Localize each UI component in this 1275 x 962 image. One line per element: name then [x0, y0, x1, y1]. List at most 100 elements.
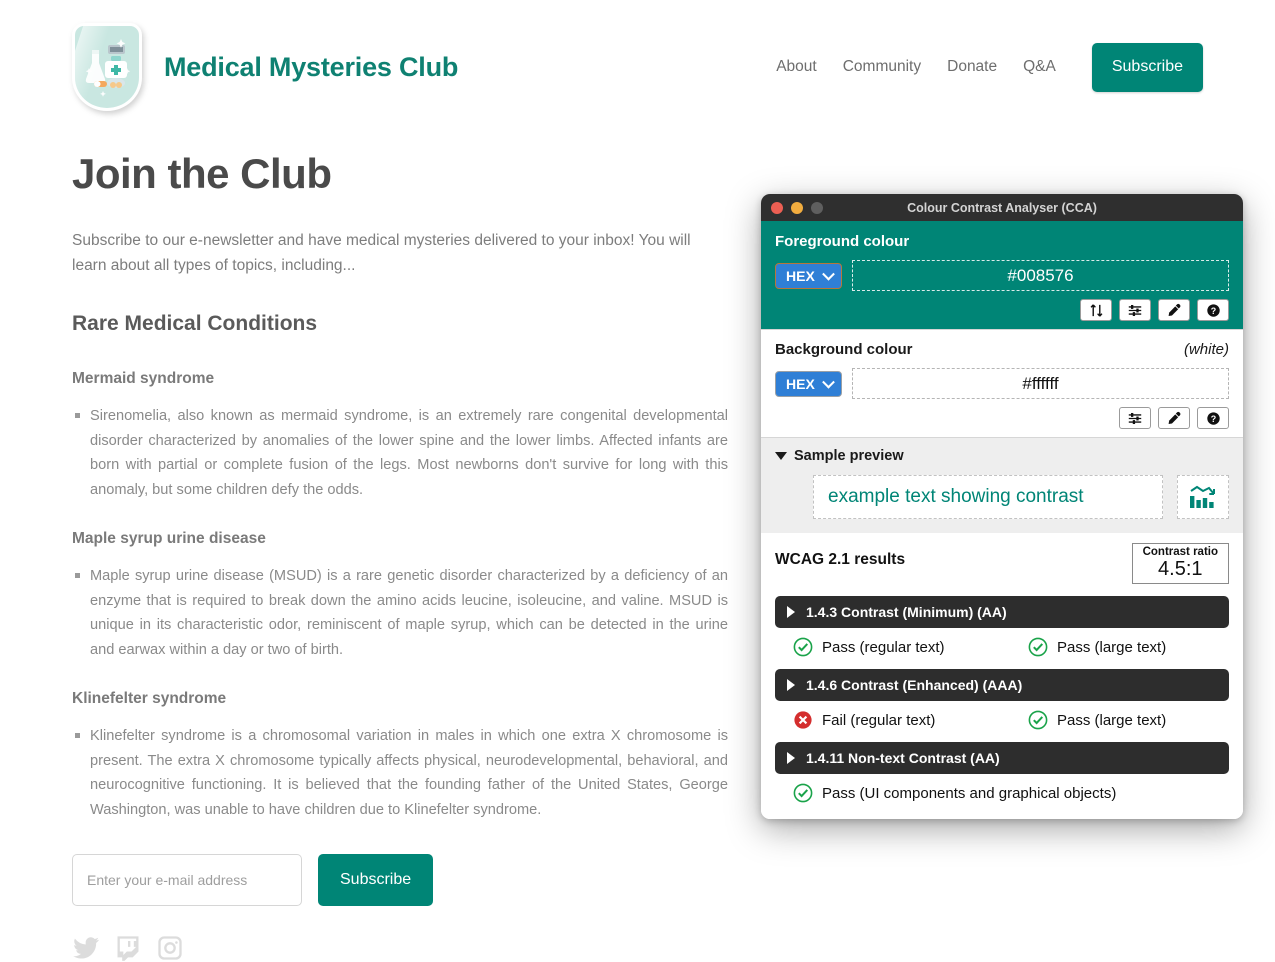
foreground-hex-input[interactable]: [852, 260, 1229, 291]
newsletter-signup-form: Subscribe: [72, 854, 728, 907]
newsletter-subscribe-button[interactable]: Subscribe: [318, 854, 434, 907]
background-hex-input[interactable]: [852, 368, 1229, 399]
zoom-window-button[interactable]: [811, 201, 823, 214]
pass-check-icon: [1028, 710, 1048, 730]
background-colour-section: Background colour (white) HEX #ffffff ?: [761, 329, 1243, 437]
window-title: Colour Contrast Analyser (CCA): [907, 200, 1097, 215]
intro-paragraph: Subscribe to our e-newsletter and have m…: [72, 232, 691, 275]
nav-item-qa[interactable]: Q&A: [1023, 58, 1056, 76]
brand-title: Medical Mysteries Club: [164, 51, 459, 82]
criterion-1-4-11-header[interactable]: 1.4.11 Non-text Contrast (AA): [775, 742, 1229, 774]
background-colour-name: (white): [1183, 341, 1229, 358]
sample-text-preview: example text showing contrast: [813, 475, 1163, 519]
nav-item-donate[interactable]: Donate: [947, 58, 997, 76]
svg-text:?: ?: [1210, 413, 1215, 423]
eyedropper-icon-button[interactable]: [1158, 299, 1190, 321]
verdict-pass-regular-text: Pass (regular text): [793, 637, 1028, 657]
header-subscribe-button[interactable]: Subscribe: [1091, 42, 1203, 92]
contrast-ratio-value: 4.5:1: [1158, 558, 1203, 580]
criterion-1-4-3-header[interactable]: 1.4.3 Contrast (Minimum) (AA): [775, 596, 1229, 628]
criterion-1-4-11-verdicts: Pass (UI components and graphical object…: [775, 783, 1229, 803]
section-heading: Rare Medical Conditions: [72, 312, 318, 336]
criterion-1-4-3-verdicts: Pass (regular text) Pass (large text): [775, 637, 1229, 657]
page-title: Join the Club: [72, 150, 332, 197]
instagram-icon[interactable]: [156, 934, 184, 962]
sliders-icon-button[interactable]: [1119, 407, 1151, 429]
minimise-window-button[interactable]: [791, 201, 803, 214]
pass-check-icon: [793, 637, 813, 657]
foreground-colour-section: Foreground colour HEX #008576 ?: [761, 221, 1243, 329]
criterion-label: 1.4.6 Contrast (Enhanced) (AAA): [806, 677, 1023, 693]
swap-vertical-icon: [1090, 303, 1102, 317]
verdict-text: Fail (regular text): [822, 711, 936, 729]
condition-list-msud: Maple syrup urine disease (MSUD) is a ra…: [72, 564, 728, 662]
email-field[interactable]: [72, 854, 302, 907]
chevron-right-icon: [787, 752, 795, 764]
verdict-pass-ui-components: Pass (UI components and graphical object…: [793, 783, 1116, 803]
eyedropper-icon: [1168, 303, 1180, 316]
window-titlebar[interactable]: Colour Contrast Analyser (CCA): [761, 194, 1243, 221]
sample-graphic-preview: [1177, 475, 1229, 519]
chevron-down-icon: [775, 452, 787, 460]
site-header: Medical Mysteries Club About Community D…: [0, 0, 1275, 112]
bar-chart-declining-icon: [1190, 485, 1215, 508]
chevron-right-icon: [787, 679, 795, 691]
window-controls: [771, 201, 823, 214]
svg-text:?: ?: [1210, 305, 1215, 315]
contrast-ratio-box: Contrast ratio 4.5:1: [1131, 543, 1229, 584]
foreground-button-row: ?: [775, 299, 1229, 321]
condition-list-klinefelter: Klinefelter syndrome is a chromosomal va…: [72, 724, 728, 822]
foreground-format-select[interactable]: HEX: [775, 262, 842, 289]
nav-item-community[interactable]: Community: [843, 58, 921, 76]
twitter-icon[interactable]: [72, 934, 100, 962]
nav-item-about[interactable]: About: [776, 58, 817, 76]
eyedropper-icon-button[interactable]: [1158, 407, 1190, 429]
social-links: [72, 934, 728, 962]
question-circle-icon: ?: [1206, 411, 1220, 425]
background-button-row: ?: [775, 407, 1229, 429]
foreground-section-title: Foreground colour: [775, 233, 910, 250]
background-format-select[interactable]: HEX: [775, 370, 842, 397]
sample-preview-disclosure[interactable]: Sample preview: [775, 448, 1229, 464]
criterion-1-4-6-verdicts: Fail (regular text) Pass (large text): [775, 710, 1229, 730]
list-item: Klinefelter syndrome is a chromosomal va…: [75, 724, 728, 822]
sliders-icon: [1128, 304, 1142, 316]
close-window-button[interactable]: [771, 201, 783, 214]
wcag-results-section: WCAG 2.1 results Contrast ratio 4.5:1 1.…: [761, 533, 1243, 819]
verdict-pass-large-text: Pass (large text): [1028, 710, 1166, 730]
verdict-text: Pass (UI components and graphical object…: [822, 784, 1117, 802]
primary-nav: About Community Donate Q&A Subscribe: [776, 42, 1203, 92]
foreground-format-select-wrap: HEX: [775, 262, 842, 289]
condition-heading-klinefelter: Klinefelter syndrome: [72, 690, 227, 708]
wcag-results-title: WCAG 2.1 results: [775, 551, 906, 568]
verdict-text: Pass (large text): [1057, 711, 1167, 729]
question-circle-icon-button[interactable]: ?: [1197, 299, 1229, 321]
verdict-pass-large-text: Pass (large text): [1028, 637, 1166, 657]
sliders-icon-button[interactable]: [1119, 299, 1151, 321]
fail-cross-icon: [794, 711, 812, 729]
verdict-fail-regular-text: Fail (regular text): [793, 710, 1028, 730]
pass-check-icon: [793, 783, 813, 803]
sliders-icon: [1128, 412, 1142, 424]
swap-vertical-icon-button[interactable]: [1080, 299, 1112, 321]
question-circle-icon-button[interactable]: ?: [1197, 407, 1229, 429]
criterion-1-4-6-header[interactable]: 1.4.6 Contrast (Enhanced) (AAA): [775, 669, 1229, 701]
medical-shield-badge-icon: [72, 23, 142, 111]
verdict-text: Pass (regular text): [822, 638, 945, 656]
criterion-label: 1.4.3 Contrast (Minimum) (AA): [806, 604, 1007, 620]
pass-check-icon: [1028, 637, 1048, 657]
twitch-icon[interactable]: [114, 934, 142, 962]
eyedropper-icon: [1168, 411, 1180, 424]
brand[interactable]: Medical Mysteries Club: [72, 23, 458, 111]
condition-heading-msud: Maple syrup urine disease: [72, 530, 266, 548]
main-content: Join the Club Subscribe to our e-newslet…: [0, 150, 800, 962]
condition-heading-mermaid: Mermaid syndrome: [72, 370, 215, 388]
verdict-text: Pass (large text): [1057, 638, 1167, 656]
sample-preview-section: Sample preview example text showing cont…: [761, 437, 1243, 533]
criterion-label: 1.4.11 Non-text Contrast (AA): [806, 750, 1000, 766]
list-item: Maple syrup urine disease (MSUD) is a ra…: [75, 564, 728, 662]
condition-list-mermaid: Sirenomelia, also known as mermaid syndr…: [72, 404, 728, 502]
colour-contrast-analyser-window: Colour Contrast Analyser (CCA) Foregroun…: [761, 194, 1243, 819]
list-item: Sirenomelia, also known as mermaid syndr…: [75, 404, 728, 502]
background-section-title: Background colour: [775, 341, 913, 358]
